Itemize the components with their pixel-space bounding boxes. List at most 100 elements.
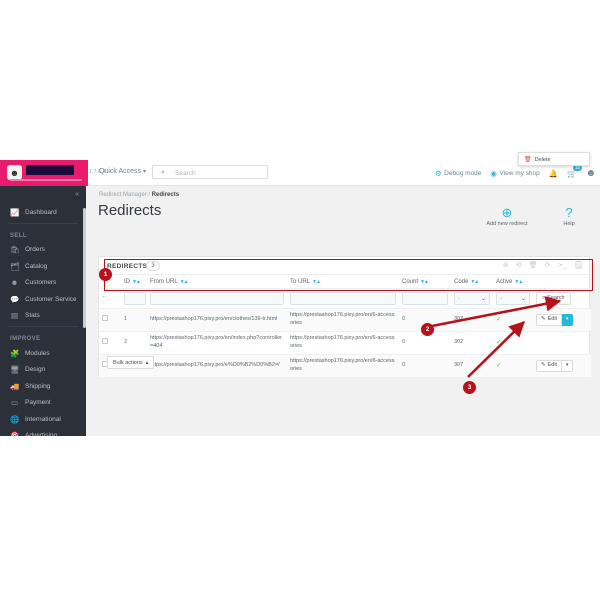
col-code-label: Code [454, 279, 469, 285]
sidebar-item-advertising[interactable]: 🎯 Advertising [0, 428, 86, 436]
sidebar-item-catalog[interactable]: 🗂 Catalog [0, 258, 86, 275]
sidebar-item-international[interactable]: 🌐 International [0, 411, 86, 428]
row-active[interactable]: ✓ [493, 353, 533, 377]
orders-icon: 🛍 [10, 245, 20, 255]
filter-active-select[interactable]: - ⌄ [496, 292, 530, 305]
col-id[interactable]: ID ▼▲ [121, 275, 147, 289]
filter-code-cell: - ⌄ [451, 288, 493, 309]
customer-service-icon: 💬 [10, 294, 20, 304]
add-new-redirect-button[interactable]: ⊕ Add new redirect [484, 206, 530, 228]
stats-icon: ▤ [10, 311, 19, 321]
row-active[interactable]: ✓ [493, 330, 533, 355]
eye-icon: ◉ [490, 168, 497, 178]
search-button[interactable]: ⌕ Search [536, 292, 571, 305]
filter-count-cell [399, 288, 451, 309]
col-from-url[interactable]: From URL ▼▲ [147, 275, 287, 289]
sidebar-item-payment[interactable]: ▭ Payment [0, 395, 86, 412]
shop-logo-block[interactable]: ☻ [0, 160, 88, 186]
row-checkbox[interactable] [102, 314, 108, 321]
sidebar-item-label: Customers [25, 279, 57, 287]
row-actions-caret[interactable]: ▾ [562, 359, 574, 372]
sort-icon[interactable]: ▼▲ [132, 279, 141, 285]
sort-icon[interactable]: ▼▲ [514, 279, 523, 285]
bulk-actions-button[interactable]: Bulk actions ▴ [107, 356, 155, 369]
filter-dash: -- [102, 294, 107, 302]
cart-indicator[interactable]: 🛒 10 [567, 164, 583, 178]
row-actions-dropdown: 🗑 Delete [518, 152, 590, 166]
col-code[interactable]: Code ▼▲ [451, 275, 493, 289]
add-new-redirect-label: Add new redirect [486, 221, 528, 227]
customers-icon: ☻ [10, 278, 19, 288]
help-label: Help [563, 221, 575, 227]
account-icon[interactable]: ☻ [585, 168, 596, 179]
sidebar-item-orders[interactable]: 🛍 Orders [0, 242, 86, 259]
sidebar-item-label: Dashboard [25, 208, 57, 216]
chevron-down-icon: ▾ [142, 169, 146, 175]
sidebar-item-label: Design [25, 366, 46, 374]
breadcrumb-parent[interactable]: Redirect Manager [99, 192, 147, 198]
trash-icon[interactable]: 🗑 [529, 261, 538, 269]
sidebar-collapse-row[interactable]: « [0, 186, 86, 204]
sidebar-item-shipping[interactable]: 🚚 Shipping [0, 378, 86, 395]
refresh-icon[interactable]: ⟲ [516, 261, 522, 269]
row-from-url: https://prestashop176.pixy.pro/en/index.… [147, 330, 287, 355]
sort-icon[interactable]: ▼▲ [312, 279, 321, 285]
add-icon[interactable]: ⊕ [503, 261, 509, 269]
view-my-shop-item[interactable]: ◉ View my shop [490, 169, 539, 178]
sort-icon[interactable]: ▼▲ [470, 279, 479, 285]
row-id: 1 [121, 308, 147, 332]
sort-icon[interactable]: ▼▲ [180, 279, 189, 285]
table-row[interactable]: 3 https://prestashop176.pixy.pro/e%D0%B2… [99, 353, 591, 377]
row-to-url: https://prestashop176.pixy.pro/en/6-acce… [287, 330, 399, 355]
search-input[interactable]: ⌕ Search [152, 165, 268, 179]
export-icon[interactable]: 🗒 [574, 261, 583, 269]
sort-icon[interactable]: ▼▲ [420, 279, 429, 285]
sidebar-item-label: Advertising [25, 432, 58, 436]
filter-code-select[interactable]: - ⌄ [454, 292, 490, 305]
sidebar-item-customer-service[interactable]: 💬 Customer Service [0, 291, 86, 308]
sidebar-item-dashboard[interactable]: 📈 Dashboard [0, 204, 86, 221]
sidebar-item-customers[interactable]: ☻ Customers [0, 275, 86, 292]
delete-menu-item[interactable]: 🗑 Delete [519, 153, 589, 166]
search-button-label: Search [547, 294, 565, 301]
sidebar-item-label: Shipping [25, 382, 51, 390]
row-actions-caret[interactable]: ▾ [562, 313, 574, 326]
table-row[interactable]: 2 https://prestashop176.pixy.pro/en/inde… [99, 330, 591, 355]
filter-id-input[interactable] [124, 292, 146, 305]
sidebar-item-modules[interactable]: 🧩 Modules [0, 345, 86, 362]
filter-from-url-input[interactable] [150, 292, 284, 305]
filter-count-input[interactable] [402, 292, 448, 305]
bell-icon[interactable]: 🔔 [549, 169, 558, 178]
row-actions: ✎ Edit ▾ [533, 308, 591, 332]
col-to-url[interactable]: To URL ▼▲ [287, 275, 399, 289]
row-checkbox[interactable] [102, 337, 108, 344]
sidebar-item-design[interactable]: 🖥 Design [0, 362, 86, 379]
bug-icon: ⚙ [434, 168, 442, 178]
table-filter-row: -- - ⌄ - ⌄ ⌕ Search [99, 288, 591, 309]
edit-button[interactable]: ✎ Edit [536, 313, 563, 326]
help-button[interactable]: ? Help [546, 206, 592, 228]
search-icon: ⌕ [542, 294, 546, 301]
filter-to-url-input[interactable] [290, 292, 396, 305]
debug-mode-item[interactable]: ⚙ Debug mode [435, 169, 481, 178]
search-icon: ⌕ [161, 169, 165, 176]
page-title: Redirects [98, 202, 162, 219]
row-active[interactable]: ✓ [493, 308, 533, 332]
row-from-url: https://prestashop176.pixy.pro/e%D0%B2%D… [147, 353, 287, 377]
sync-icon[interactable]: ⟳ [544, 261, 550, 269]
table-row[interactable]: 1 https://prestashop176.pixy.pro/en/clot… [99, 308, 591, 332]
quick-access-menu[interactable]: Quick Access ▾ [99, 168, 146, 175]
col-active[interactable]: Active ▼▲ [493, 275, 533, 289]
shop-name-redacted [26, 165, 74, 175]
sidebar-item-label: Stats [25, 312, 40, 320]
catalog-icon: 🗂 [10, 261, 20, 271]
sidebar-item-stats[interactable]: ▤ Stats [0, 308, 86, 325]
redirects-count-badge: 3 [146, 261, 160, 271]
row-to-url: https://prestashop176.pixy.pro/en/6-acce… [287, 353, 399, 377]
row-code: 307 [451, 353, 493, 377]
col-count[interactable]: Count ▼▲ [399, 275, 451, 289]
console-icon[interactable]: ≻_ [557, 261, 567, 269]
edit-button[interactable]: ✎ Edit [536, 359, 563, 372]
redirects-table: ID ▼▲ From URL ▼▲ To URL ▼▲ Count ▼▲ Cod… [99, 275, 591, 377]
pencil-icon: ✎ [541, 361, 546, 368]
